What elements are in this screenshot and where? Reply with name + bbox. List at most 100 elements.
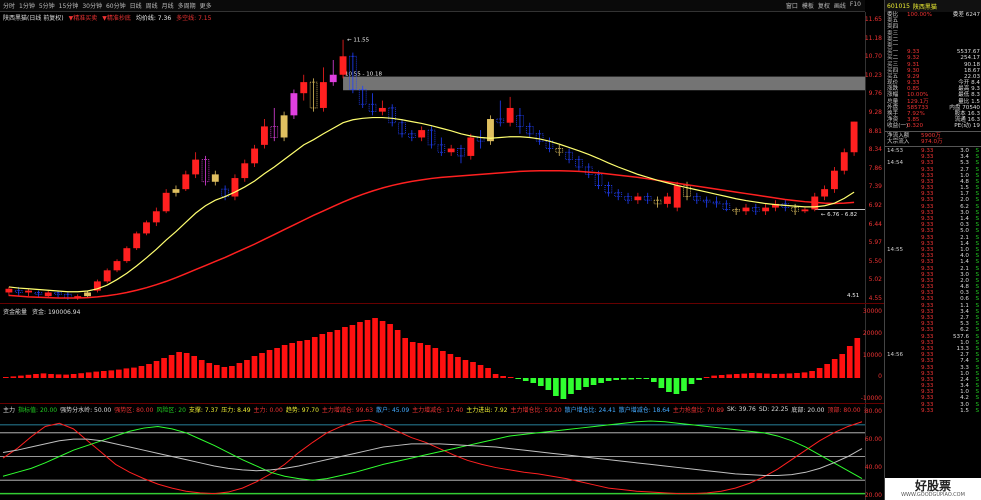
watermark-title: 好股票 [914, 479, 951, 493]
candle-body[interactable] [506, 107, 514, 123]
energy-bar [402, 338, 409, 378]
candle-body[interactable] [830, 170, 838, 190]
energy-bar [613, 378, 619, 380]
energy-bar [492, 374, 499, 378]
energy-bar [281, 345, 288, 378]
candle-body[interactable] [123, 248, 131, 262]
energy-bar [311, 337, 318, 378]
candle-body[interactable] [211, 174, 219, 182]
energy-bar [575, 378, 582, 390]
candle-body[interactable] [742, 207, 750, 212]
quote-header: 601015 陕西黑猫 [885, 0, 981, 12]
energy-bar [78, 373, 85, 378]
candle-body[interactable] [113, 261, 121, 271]
candle-body[interactable] [290, 93, 298, 116]
period-tab[interactable]: 分时 [3, 1, 15, 10]
energy-bar [598, 378, 604, 383]
quote-separator [885, 130, 981, 132]
last-price-label: 4.51 [847, 293, 859, 299]
candlestick-chart[interactable]: 10.55 - 10.18← 11.55← 6.76 - 6.824.534.5… [0, 20, 865, 302]
period-tab[interactable]: 日线 [130, 1, 142, 10]
candle-body[interactable] [418, 130, 426, 138]
candle-body[interactable] [241, 163, 249, 179]
period-tab[interactable]: 月线 [162, 1, 174, 10]
toolbar-button[interactable]: 复权 [818, 1, 830, 10]
quote-panel: 601015 陕西黑猫 委比 100.00% 委差 6247 卖五 卖四 卖三 卖二 卖一 买一… [884, 0, 981, 500]
energy-bar [801, 372, 808, 378]
candle-body[interactable] [673, 185, 681, 208]
toolbar-button[interactable]: F10 [850, 1, 861, 10]
candle-body[interactable] [162, 192, 170, 212]
tick-row: 9.33 1.5 S [885, 408, 981, 414]
candle-body[interactable] [634, 196, 642, 201]
energy-bar [545, 378, 552, 390]
energy-bar [733, 374, 740, 378]
candle-body[interactable] [663, 196, 671, 204]
period-tab[interactable]: 周线 [146, 1, 158, 10]
candle-body[interactable] [5, 288, 13, 293]
candle-body[interactable] [467, 137, 475, 156]
candle-body[interactable] [44, 292, 52, 297]
candle-body[interactable] [801, 209, 809, 212]
energy-bar [590, 378, 597, 385]
period-tab[interactable]: 5分钟 [39, 1, 55, 10]
candle-body[interactable] [821, 189, 829, 197]
period-tab[interactable]: 15分钟 [59, 1, 79, 10]
energy-bar [688, 378, 695, 384]
toolbar-button[interactable]: 画线 [834, 1, 846, 10]
energy-bar [485, 368, 491, 378]
axis-tick-label: 8.81 [868, 127, 882, 135]
candle-body[interactable] [300, 82, 308, 94]
period-tab[interactable]: 60分钟 [106, 1, 126, 10]
energy-bar [846, 346, 853, 378]
toolbar-button[interactable]: 模板 [802, 1, 814, 10]
oscillator-axis: 80.00 60.00 40.00 20.00 [865, 404, 885, 500]
candle-body[interactable] [339, 56, 347, 75]
pane-divider[interactable] [0, 303, 884, 304]
oscillator-chart[interactable] [0, 413, 865, 500]
candle-body[interactable] [260, 126, 268, 145]
candle-body[interactable] [103, 270, 111, 282]
candle-body[interactable] [182, 174, 190, 190]
period-tab[interactable]: 更多 [200, 1, 212, 10]
axis-tick-label: 10.23 [864, 71, 882, 79]
energy-bar [100, 371, 107, 378]
energy-bar [183, 353, 190, 378]
candle-body[interactable] [840, 152, 848, 171]
axis-tick-label: 5.02 [868, 276, 882, 284]
energy-bar [372, 318, 378, 378]
pane-divider[interactable] [0, 403, 884, 404]
axis-tick-label: 80.00 [864, 408, 882, 415]
energy-bar [568, 378, 574, 394]
axis-tick-label: -10000 [860, 395, 882, 402]
energy-bar [259, 353, 265, 378]
candle-body[interactable] [319, 82, 327, 108]
candle-body[interactable] [25, 290, 33, 293]
candle-body[interactable] [762, 207, 770, 212]
tick-list[interactable]: 14:53 9.33 3.0 S 9.33 3.4 S 14:54 9.33 5.3 S 9.33 2.… [885, 148, 981, 414]
candle-body[interactable] [329, 74, 337, 83]
candle-body[interactable] [850, 121, 858, 153]
energy-bar [25, 374, 32, 378]
candle-body[interactable] [152, 211, 160, 223]
period-tab[interactable]: 30分钟 [82, 1, 102, 10]
candle-body[interactable] [133, 233, 141, 249]
candle-body[interactable] [143, 222, 150, 234]
oscillator-legend-item: SD: 22.25 [758, 406, 789, 413]
stock-code: 601015 [887, 2, 910, 10]
fund-energy-chart[interactable] [0, 314, 865, 402]
candle-body[interactable] [280, 115, 288, 138]
candle-body[interactable] [84, 292, 91, 297]
quote-rows: 委比 100.00% 委差 6247 卖五 卖四 卖三 卖二 卖一 买一 9.33 5537.67 买… [885, 12, 981, 130]
axis-tick-label: 10.70 [864, 53, 882, 61]
candle-body[interactable] [378, 107, 386, 112]
axis-tick-label: 9.28 [868, 109, 882, 116]
period-tab[interactable]: 1分钟 [19, 1, 35, 10]
candle-body[interactable] [192, 159, 200, 175]
candle-body[interactable] [447, 148, 455, 153]
toolbar-button[interactable]: 窗口 [786, 1, 798, 10]
candle-body[interactable] [251, 148, 259, 164]
period-tab[interactable]: 多周期 [178, 1, 196, 10]
candle-body[interactable] [172, 189, 180, 193]
energy-bar [839, 354, 846, 378]
